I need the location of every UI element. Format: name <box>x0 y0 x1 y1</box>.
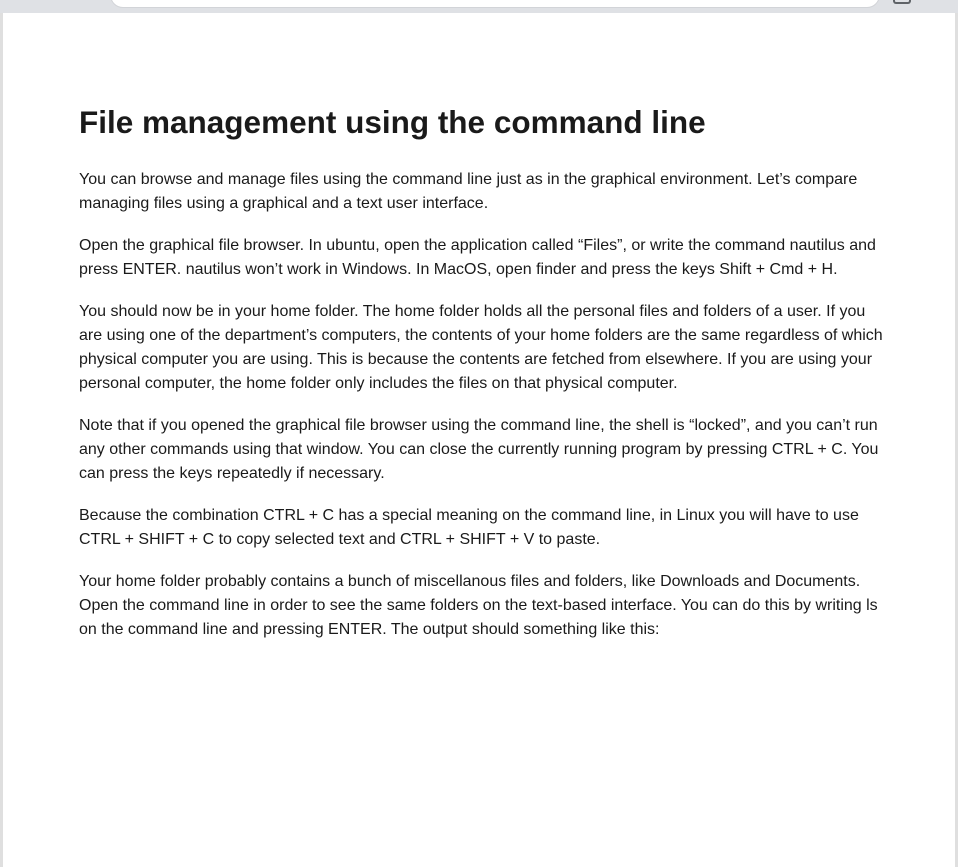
browser-menu-icon[interactable] <box>893 0 911 4</box>
browser-toolbar <box>0 0 958 13</box>
address-bar[interactable] <box>110 0 880 8</box>
paragraph-copy-paste: Because the combination CTRL + C has a s… <box>79 507 859 548</box>
paragraph-ls-command: Your home folder probably contains a bun… <box>79 573 878 638</box>
page-viewport: File management using the command line Y… <box>3 13 955 867</box>
paragraph-file-browser: Open the graphical file browser. In ubun… <box>79 237 876 278</box>
paragraph-home-folder: You should now be in your home folder. T… <box>79 303 883 392</box>
paragraph-locked-shell: Note that if you opened the graphical fi… <box>79 417 879 482</box>
paragraph-intro: You can browse and manage files using th… <box>79 171 858 212</box>
article: File management using the command line Y… <box>79 13 887 642</box>
page-title: File management using the command line <box>79 104 706 140</box>
